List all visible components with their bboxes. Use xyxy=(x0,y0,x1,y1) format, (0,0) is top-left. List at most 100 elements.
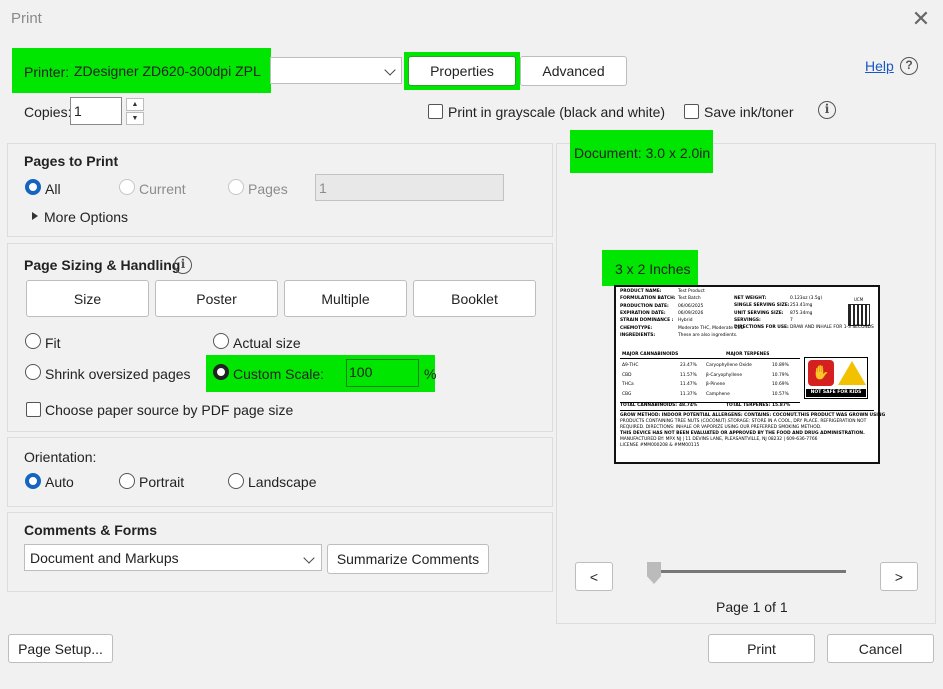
copies-input[interactable]: 1 xyxy=(70,97,122,125)
label-field-key: CHEMOTYPE: xyxy=(620,325,653,331)
help-icon[interactable]: ? xyxy=(900,57,918,75)
cancel-button[interactable]: Cancel xyxy=(827,634,934,663)
tab-poster[interactable]: Poster xyxy=(155,280,278,317)
tab-size[interactable]: Size xyxy=(26,280,149,317)
auto-radio[interactable] xyxy=(25,473,41,489)
terpene-value: 10.79% xyxy=(772,372,789,378)
label-field-value: Test Batch xyxy=(678,296,701,302)
current-label: Current xyxy=(139,181,186,197)
pages-radio[interactable] xyxy=(228,179,244,195)
landscape-radio[interactable] xyxy=(228,473,244,489)
copies-label: Copies: xyxy=(24,104,72,120)
grayscale-checkbox[interactable] xyxy=(428,104,443,119)
copies-up-button[interactable]: ▲ xyxy=(126,98,144,111)
current-radio[interactable] xyxy=(119,179,135,195)
more-options-toggle[interactable]: More Options xyxy=(44,209,128,225)
properties-button[interactable]: Properties xyxy=(408,56,516,86)
advanced-button[interactable]: Advanced xyxy=(520,56,627,86)
cannabinoid-name: CBD xyxy=(622,372,632,378)
terpene-name: β-Caryophyllene xyxy=(706,372,743,378)
cannabinoid-name: Δ9-THC xyxy=(622,363,639,368)
terpene-name: β-Pinene xyxy=(706,382,726,387)
total-cannabinoids-value: 48.74% xyxy=(679,403,698,408)
portrait-label: Portrait xyxy=(139,474,185,490)
label-field-value: 06/06/2025 xyxy=(678,303,704,309)
page-setup-button[interactable]: Page Setup... xyxy=(8,634,113,663)
cannabinoid-name: THCa xyxy=(622,382,634,387)
label-field-key: PRODUCTION DATE: xyxy=(620,303,669,309)
print-button[interactable]: Print xyxy=(708,634,815,663)
summarize-comments-button[interactable]: Summarize Comments xyxy=(327,544,489,574)
save-ink-checkbox[interactable] xyxy=(684,104,699,119)
label-field-key: SERVINGS: xyxy=(734,317,761,323)
cannabinoid-name: CBG xyxy=(622,391,632,397)
terpenes-header: MAJOR TERPENES xyxy=(726,352,770,357)
page-slider-track[interactable] xyxy=(650,570,846,573)
shrink-label: Shrink oversized pages xyxy=(45,366,191,382)
fit-label: Fit xyxy=(45,335,61,351)
orientation-panel: Orientation: Auto Portrait Landscape xyxy=(7,437,553,507)
label-footer-line: GROW METHOD: INDOOR POTENTIAL ALLERGENS:… xyxy=(620,413,886,418)
terpene-name: Camphene xyxy=(706,391,730,397)
label-footer-line: LICENSE #MM000208 & #MM00115 xyxy=(620,443,700,448)
orientation-title: Orientation: xyxy=(24,449,97,465)
custom-scale-radio[interactable] xyxy=(213,364,229,380)
actual-size-radio[interactable] xyxy=(213,333,229,349)
pages-to-print-panel: Pages to Print All Current Pages 1 More … xyxy=(7,143,553,237)
label-preview: UCM MAJOR CANNABINOIDS MAJOR TERPENES TO… xyxy=(614,285,885,464)
landscape-label: Landscape xyxy=(248,474,317,490)
tab-multiple[interactable]: Multiple xyxy=(284,280,407,317)
printer-select[interactable]: ZDesigner ZD620-300dpi ZPL xyxy=(70,57,402,84)
label-field-value: 06/09/2026 xyxy=(678,310,704,316)
paper-source-label: Choose paper source by PDF page size xyxy=(45,402,294,418)
comments-forms-title: Comments & Forms xyxy=(24,522,158,538)
info-icon[interactable]: i xyxy=(174,256,192,274)
printer-value: ZDesigner ZD620-300dpi ZPL xyxy=(74,63,261,79)
total-terpenes-label: TOTAL TERPENES: xyxy=(726,403,771,408)
warning-box: ✋ NOT SAFE FOR KIDS xyxy=(804,357,868,399)
not-safe-for-kids-text: NOT SAFE FOR KIDS xyxy=(806,389,866,397)
copies-down-button[interactable]: ▼ xyxy=(126,112,144,125)
custom-scale-input[interactable]: 100 xyxy=(346,359,419,387)
terpene-value: 10.57% xyxy=(772,391,789,397)
all-label: All xyxy=(45,181,61,197)
save-ink-label: Save ink/toner xyxy=(704,104,794,120)
fit-radio[interactable] xyxy=(25,333,41,349)
window-title: Print xyxy=(11,10,42,27)
shrink-radio[interactable] xyxy=(25,364,41,380)
paper-source-checkbox[interactable] xyxy=(26,402,41,417)
label-field-key: UNIT SERVING SIZE: xyxy=(734,310,784,316)
label-field-key: SINGLE SERVING SIZE: xyxy=(734,303,790,309)
prev-page-button[interactable]: < xyxy=(575,562,613,591)
info-icon[interactable]: i xyxy=(818,101,836,119)
tab-booklet[interactable]: Booklet xyxy=(413,280,536,317)
label-field-value: 0.123oz (3.5g) xyxy=(790,296,823,301)
expand-triangle-icon[interactable] xyxy=(32,212,38,220)
label-footer-line: REQUIRED. DIRECTIONS: INHALE OR VAPORIZE… xyxy=(620,425,822,430)
total-terpenes-value: 15.87% xyxy=(772,403,791,408)
terpene-name: Caryophyllene Oxide xyxy=(706,363,752,368)
cannabinoid-value: 23.47% xyxy=(680,363,697,368)
label-field-value: These are also ingredients. xyxy=(678,332,738,338)
portrait-radio[interactable] xyxy=(119,473,135,489)
pages-to-print-title: Pages to Print xyxy=(24,153,119,169)
auto-label: Auto xyxy=(45,474,74,490)
title-bar: Print ✕ xyxy=(0,0,943,40)
close-icon[interactable]: ✕ xyxy=(908,6,934,32)
custom-scale-label: Custom Scale: xyxy=(233,366,325,382)
terpene-value: 10.69% xyxy=(772,382,789,387)
label-field-value: 7 xyxy=(790,317,793,323)
label-field-key: FORMULATION BATCH: xyxy=(620,296,676,302)
help-link[interactable]: Help xyxy=(865,58,894,74)
comments-forms-panel: Comments & Forms Document and Markups Su… xyxy=(7,512,553,592)
label-field-value: 875.34mg xyxy=(790,310,813,316)
label-field-value: Test Product xyxy=(678,289,705,294)
comments-select[interactable]: Document and Markups xyxy=(24,544,322,571)
label-field-key: EXPIRATION DATE: xyxy=(620,310,666,316)
label-footer-line: THIS DEVICE HAS NOT BEEN EVALUATED OR AP… xyxy=(620,431,865,436)
page-indicator: Page 1 of 1 xyxy=(716,599,788,615)
next-page-button[interactable]: > xyxy=(880,562,918,591)
cannabis-warning-icon xyxy=(838,361,866,385)
pages-range-input[interactable]: 1 xyxy=(315,174,504,201)
all-radio[interactable] xyxy=(25,179,41,195)
